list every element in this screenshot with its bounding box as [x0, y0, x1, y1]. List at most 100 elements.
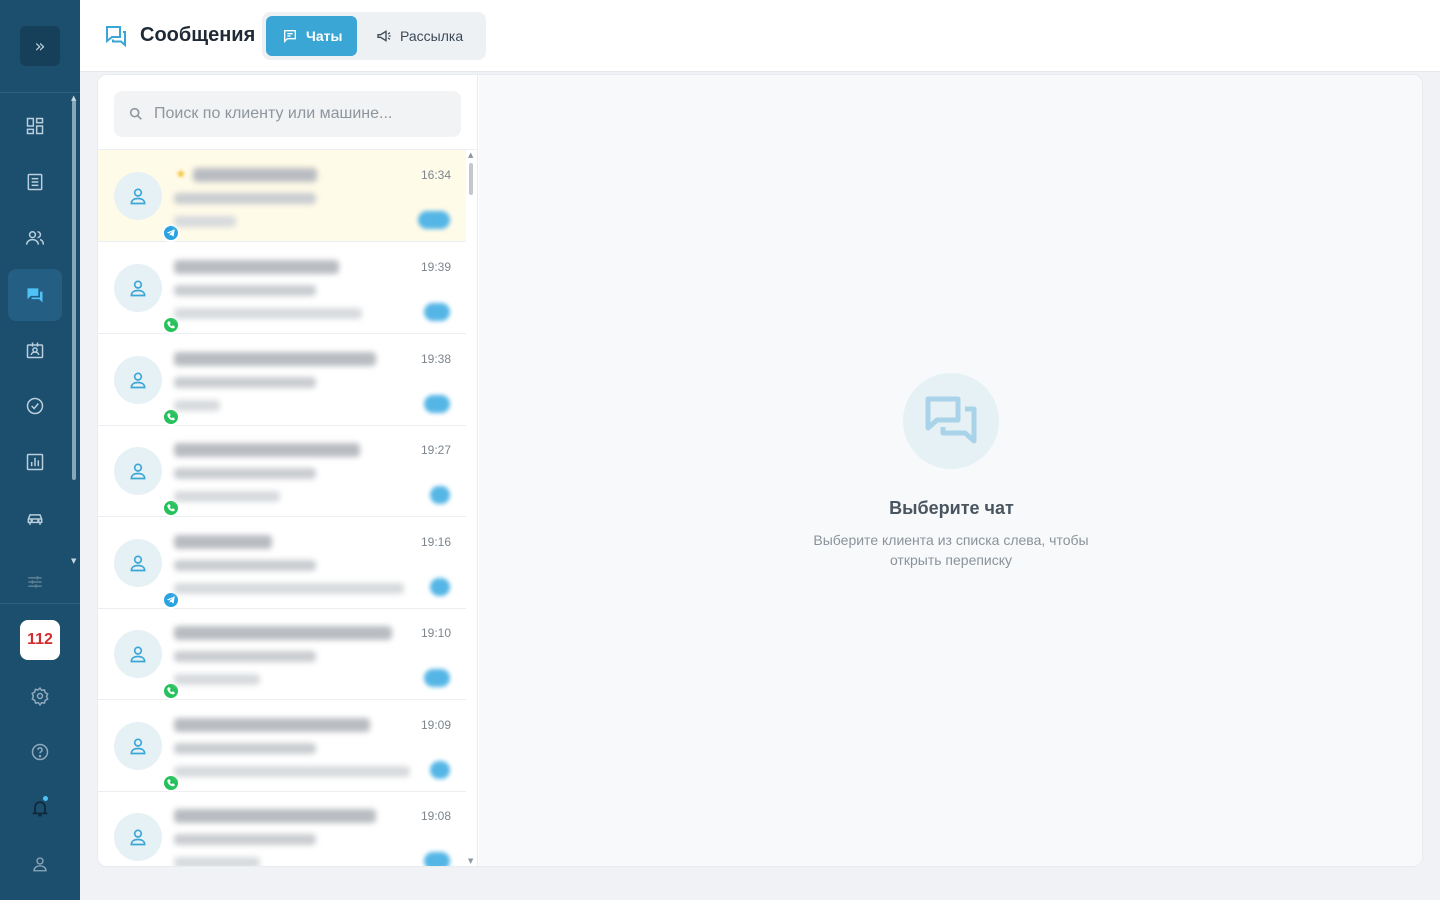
blurred-status [174, 560, 316, 571]
chat-list-item[interactable]: 19:27 [98, 425, 466, 517]
sidebar-item-dashboard[interactable] [8, 100, 62, 152]
unread-pill [430, 486, 450, 504]
blurred-client-name [174, 443, 360, 457]
blurred-last-message [174, 216, 236, 227]
scroll-down-arrow-icon[interactable]: ▼ [71, 557, 76, 565]
contacts-icon [26, 342, 44, 359]
messages-icon [106, 26, 126, 48]
search-icon [129, 107, 142, 120]
blurred-status [174, 651, 316, 662]
check-circle-icon [26, 397, 44, 415]
search-input[interactable] [154, 105, 454, 123]
sidebar-item-messages[interactable] [8, 269, 62, 321]
chat-list-item[interactable]: 19:10 [98, 608, 466, 700]
sidebar-item-cars[interactable] [8, 493, 62, 545]
chart-icon [26, 453, 44, 471]
chat-list-item[interactable]: 19:09 [98, 700, 466, 792]
unread-pill [424, 669, 450, 687]
dashboard-icon [26, 117, 44, 135]
blurred-status [174, 834, 316, 845]
empty-state-text: Выберите клиента из списка слева, чтобы … [813, 532, 1089, 568]
sidebar-item-users[interactable] [8, 212, 62, 264]
chat-bubble-icon [284, 30, 296, 43]
chat-list-column: ★ 16:34 19:39 [98, 75, 478, 866]
blurred-last-message [174, 491, 280, 502]
sliders-icon [28, 576, 42, 588]
list-scroll-down-icon[interactable]: ▼ [468, 857, 473, 865]
blurred-status [174, 468, 316, 479]
notification-dot [42, 795, 49, 802]
search-box[interactable] [114, 91, 461, 137]
sidebar: » ▲ ▼ 112 [0, 0, 80, 900]
blurred-status [174, 743, 316, 754]
tab-chats[interactable]: Чаты [266, 16, 357, 56]
star-icon: ★ [175, 166, 187, 181]
blurred-status [174, 193, 316, 204]
blurred-client-name [174, 809, 376, 823]
blurred-last-message [174, 857, 260, 866]
megaphone-icon [377, 30, 391, 42]
car-icon [27, 514, 43, 525]
blurred-status [174, 285, 316, 296]
user-icon [130, 280, 146, 297]
sidebar-item-tasks[interactable] [8, 380, 62, 432]
blurred-last-message [174, 766, 410, 777]
chat-time: 19:38 [420, 352, 451, 366]
sidebar-item-list[interactable] [8, 156, 62, 208]
messages-panel: ★ 16:34 19:39 [97, 74, 1423, 867]
sidebar-divider [0, 92, 80, 93]
user-icon [130, 738, 146, 755]
profile-icon [33, 857, 47, 872]
sidebar-scrollbar[interactable] [72, 100, 76, 480]
chat-list-item[interactable]: 19:08 [98, 791, 466, 866]
chat-time: 19:08 [420, 809, 451, 823]
chat-time: 19:16 [420, 535, 451, 549]
blurred-last-message [174, 674, 260, 685]
unread-pill [430, 578, 450, 596]
chat-list-item[interactable]: 19:38 [98, 334, 466, 426]
chat-icon [27, 288, 43, 303]
blurred-last-message [174, 308, 362, 319]
notifications-button[interactable] [0, 796, 80, 820]
chat-time: 19:39 [420, 260, 451, 274]
tab-chats-label: Чаты [306, 28, 343, 44]
tab-group: Чаты Рассылка [262, 12, 486, 60]
unread-pill [424, 852, 450, 866]
counter-badge[interactable]: 112 [20, 620, 60, 660]
expand-sidebar-button[interactable]: » [20, 26, 60, 66]
avatar [114, 172, 180, 242]
settings-icon [31, 686, 49, 706]
chat-list-item[interactable]: 19:39 [98, 242, 466, 334]
unread-pill [424, 395, 450, 413]
sidebar-divider [0, 603, 80, 604]
avatar [114, 722, 180, 792]
users-icon [25, 231, 45, 245]
profile-button[interactable] [0, 852, 80, 876]
unread-pill [418, 211, 450, 229]
list-scroll-up-icon[interactable]: ▲ [468, 151, 473, 159]
avatar [114, 356, 180, 426]
sidebar-item-contacts[interactable] [8, 324, 62, 376]
chat-list-item[interactable]: 19:16 [98, 517, 466, 609]
scroll-up-arrow-icon[interactable]: ▲ [71, 94, 76, 102]
blurred-client-name [174, 718, 370, 732]
tab-mailing[interactable]: Рассылка [374, 16, 484, 56]
unread-pill [424, 303, 450, 321]
sidebar-item-reports[interactable] [8, 436, 62, 488]
blurred-client-name [174, 535, 272, 549]
user-icon [130, 646, 146, 663]
empty-state-illustration [903, 373, 999, 469]
chat-list-scrollbar[interactable] [469, 163, 473, 195]
blurred-client-name [174, 626, 392, 640]
settings-button[interactable] [0, 684, 80, 708]
avatar [114, 264, 180, 334]
chat-empty-state: Выберите чат Выберите клиента из списка … [479, 75, 1422, 866]
help-button[interactable] [0, 740, 80, 764]
chat-list: ★ 16:34 19:39 19:38 19:27 19:16 19:10 19… [98, 150, 466, 866]
blurred-status [174, 377, 316, 388]
chat-list-item[interactable]: ★ 16:34 [98, 150, 466, 242]
user-icon [130, 372, 146, 389]
page-title: Сообщения [140, 24, 256, 46]
top-header: Сообщения Чаты Рассылка [80, 0, 1440, 72]
sidebar-item-filters[interactable] [8, 556, 62, 608]
